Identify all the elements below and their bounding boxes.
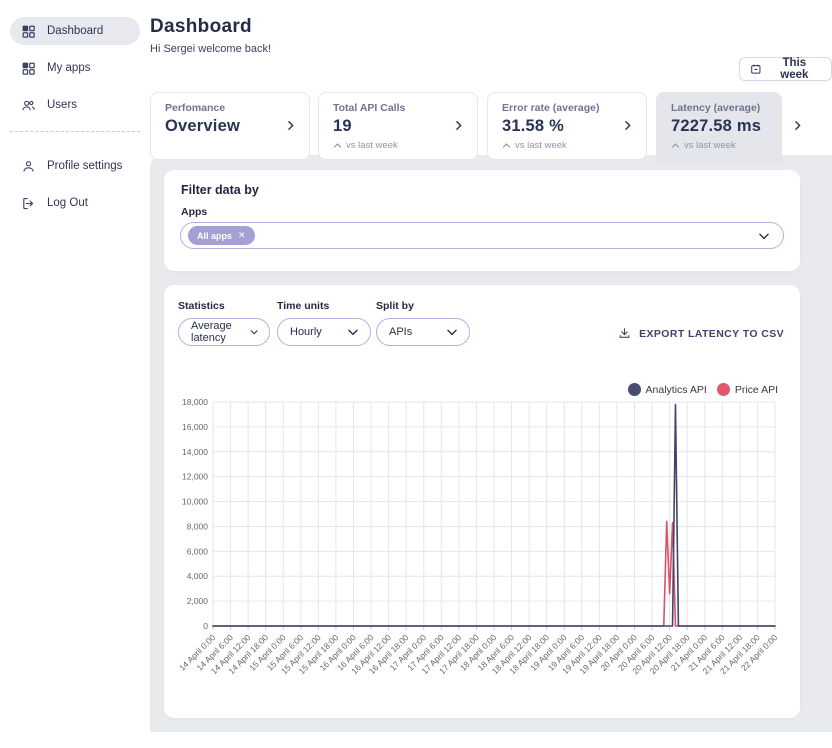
download-icon [618,327,631,340]
stat-card-value: 19 [333,117,463,136]
chip-close-icon[interactable]: ✕ [238,231,246,240]
selected-value: APIs [389,326,412,338]
control-label: Time units [277,300,371,312]
welcome-message: Hi Sergei welcome back! [150,43,271,55]
sidebar-item-label: My apps [47,62,90,74]
time-units-select[interactable]: Hourly [277,318,371,346]
stat-card-latency-average[interactable]: Latency (average) 7227.58 ms vs last week [656,92,782,162]
stat-card-perfomance[interactable]: Perfomance Overview [150,92,310,160]
apps-label: Apps [181,206,207,218]
caret-up-icon [502,142,511,149]
y-axis-tick-label: 0 [203,621,208,631]
y-axis-tick-label: 4,000 [187,571,209,581]
chevron-right-icon[interactable] [284,119,297,132]
sidebar-item-label: Log Out [47,197,88,209]
y-axis-tick-label: 18,000 [182,398,208,407]
filter-section: Filter data by Apps All apps ✕ [164,170,800,271]
stat-card-trend-label: vs last week [346,140,398,151]
sidebar-item-dashboard[interactable]: Dashboard [10,17,140,45]
chevron-down-icon [249,325,259,339]
chevron-right-icon[interactable] [791,119,804,132]
legend-label: Analytics API [646,384,707,396]
stat-card-title: Total API Calls [333,102,463,114]
users-icon [21,98,36,113]
stat-card-title: Latency (average) [671,102,767,114]
stat-card-error-rate-average[interactable]: Error rate (average) 31.58 % vs last week [487,92,647,160]
y-axis-tick-label: 16,000 [182,422,208,432]
grid-icon [21,24,36,39]
stat-card-value: 7227.58 ms [671,117,767,136]
y-axis-tick-label: 14,000 [182,447,208,457]
chart-gridlines [213,402,775,626]
chevron-right-icon[interactable] [452,119,465,132]
app-root: Dashboard My apps Users Profile settings Lo… [0,0,832,748]
chevron-down-icon [445,325,459,339]
y-axis-tick-label: 12,000 [182,472,208,482]
y-axis-tick-label: 2,000 [187,596,209,606]
sidebar-main-nav: Dashboard My apps Users [0,0,150,119]
sidebar-item-profile-settings[interactable]: Profile settings [10,152,140,180]
control-split-by: Split by APIs [376,300,470,346]
split-by-select[interactable]: APIs [376,318,470,346]
all-apps-chip[interactable]: All apps ✕ [188,226,255,245]
stat-card-trend-label: vs last week [515,140,567,151]
calendar-icon [750,63,762,75]
apps-multiselect[interactable]: All apps ✕ [180,222,784,249]
control-statistics: Statistics Average latency [178,300,270,346]
stat-card-total-api-calls[interactable]: Total API Calls 19 vs last week [318,92,478,160]
chevron-down-icon [346,325,360,339]
latency-chart: 0 2,000 4,000 6,000 8,000 10,000 12,000 14,000 1… [170,398,800,710]
legend-item-price-api[interactable]: Price API [717,383,778,396]
control-time-units: Time units Hourly [277,300,371,346]
y-axis-tick-label: 8,000 [187,521,209,531]
stat-card-trend: vs last week [502,140,632,151]
control-label: Split by [376,300,470,312]
caret-up-icon [671,142,680,149]
sidebar-item-users[interactable]: Users [10,91,140,119]
stat-card-title: Error rate (average) [502,102,632,114]
export-csv-label: EXPORT LATENCY TO CSV [639,328,784,340]
sidebar-item-log-out[interactable]: Log Out [10,189,140,217]
stat-card-trend: vs last week [671,140,767,151]
this-week-button[interactable]: This week [739,57,832,81]
grid-icon [21,61,36,76]
selected-value: Hourly [290,326,322,338]
legend-item-analytics-api[interactable]: Analytics API [628,383,707,396]
export-csv-button[interactable]: EXPORT LATENCY TO CSV [618,327,784,340]
y-axis-tick-label: 10,000 [182,497,208,507]
stat-card-title: Perfomance [165,102,295,114]
latency-chart-svg: 0 2,000 4,000 6,000 8,000 10,000 12,000 14,000 1… [170,398,800,710]
sidebar: Dashboard My apps Users Profile settings Lo… [0,0,150,748]
legend-dot [717,383,730,396]
sidebar-item-label: Dashboard [47,25,103,37]
stat-card-value: Overview [165,117,295,136]
person-icon [21,159,36,174]
sidebar-item-my-apps[interactable]: My apps [10,54,140,82]
all-apps-chip-label: All apps [197,231,232,241]
chevron-down-icon [757,229,771,243]
stat-card-value: 31.58 % [502,117,632,136]
sidebar-footer-nav: Profile settings Log Out [0,146,150,217]
filter-title: Filter data by [181,183,259,197]
y-axis-tick-label: 6,000 [187,546,209,556]
statistics-section: Statistics Average latency Time units Hourl… [164,285,800,718]
chevron-right-icon[interactable] [621,119,634,132]
this-week-label: This week [768,57,821,81]
statistics-select[interactable]: Average latency [178,318,270,346]
chart-legend: Analytics API Price API [628,383,778,396]
page-title: Dashboard [150,16,252,38]
logout-icon [21,196,36,211]
legend-label: Price API [735,384,778,396]
sidebar-divider [10,131,140,132]
sidebar-item-label: Profile settings [47,160,122,172]
stat-card-trend-label: vs last week [684,140,736,151]
caret-up-icon [333,142,342,149]
selected-value: Average latency [191,320,249,344]
control-label: Statistics [178,300,270,312]
legend-dot [628,383,641,396]
sidebar-item-label: Users [47,99,77,111]
stat-card-trend: vs last week [333,140,463,151]
